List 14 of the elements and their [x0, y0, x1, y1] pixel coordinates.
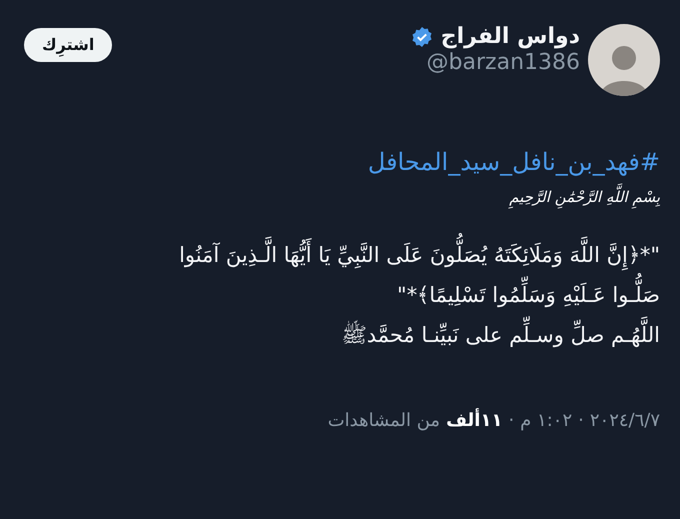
post-time: ١:٠٢ م — [520, 408, 572, 432]
separator-dot: · — [578, 408, 584, 432]
tweet-text-line: "*﴿إِنَّ اللَّهَ وَمَلَائِكَتَهُ يُصَلُّونَ عَلَى النَّبِيِّ يَا أَيُّهَا الَّـذِينَ آمَنُوا — [179, 234, 660, 274]
separator-dot: · — [508, 408, 514, 432]
hashtag-link[interactable]: #فهد_بن_نافل_سيد_المحافل — [368, 144, 660, 180]
tweet-text-line: صَلُّـوا عَـلَيْهِ وَسَلِّمُوا تَسْلِيمًا﴾*" — [397, 274, 660, 314]
tweet-text-line: اللَّهُـم صلِّ وسـلِّم على نَبيِّنـا مُحمَّدﷺ — [342, 314, 660, 354]
author-handle[interactable]: @barzan1386 — [426, 50, 580, 77]
views-label: من المشاهدات — [328, 408, 440, 432]
view-count: ١١ألف — [446, 407, 502, 432]
author-name[interactable]: دواس الفراج — [440, 24, 580, 50]
subscribe-button[interactable]: اشترِك — [24, 28, 112, 62]
post-date: ٢٠٢٤/٦/٧ — [590, 408, 660, 432]
basmala-text: بِسْمِ اللَّهِ الرَّحْمَٰنِ الرَّحِيمِ — [509, 186, 660, 208]
